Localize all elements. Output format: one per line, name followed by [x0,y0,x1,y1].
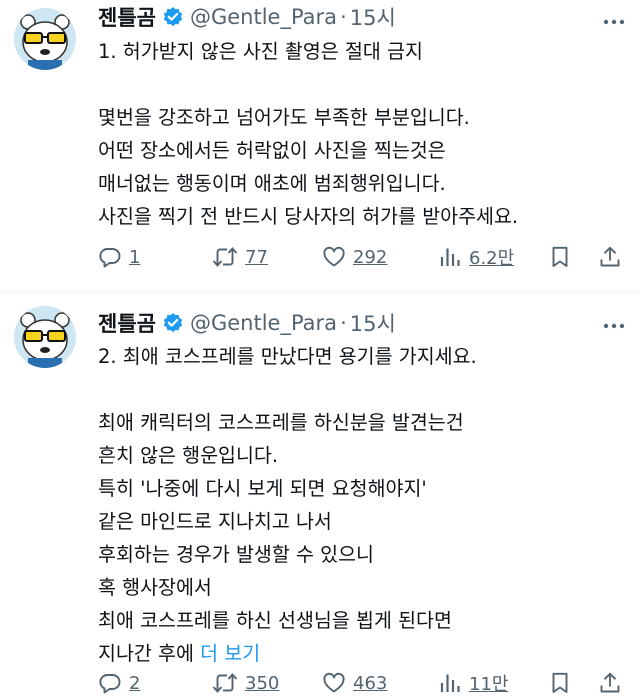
tweet-actions: 2 350 463 11만 [98,668,626,698]
views-button[interactable]: 6.2만 [438,242,514,272]
user-handle[interactable]: @Gentle_Para [190,311,337,335]
bookmark-button[interactable] [548,668,572,698]
tweet-line: 1. 허가받지 않은 사진 촬영은 절대 금지 [98,40,423,63]
views-icon [440,674,460,692]
timestamp[interactable]: 15시 [350,2,396,32]
tweet-line: 사진을 찍기 전 반드시 당사자의 허가를 받아주세요. [98,205,519,228]
retweet-button[interactable]: 77 [212,242,268,272]
tweet-1[interactable]: 젠틀곰 @Gentle_Para · 15시 1. 허가받지 않은 사진 촬영은… [0,0,640,292]
tweet-line: 매너없는 행동이며 애초에 범죄행위입니다. [98,172,446,195]
retweet-icon [212,247,238,267]
like-count: 463 [353,672,388,694]
bookmark-button[interactable] [548,242,572,272]
like-icon [323,672,345,693]
tweet-line: 특히 '나중에 다시 보게 되면 요청해야지' [98,477,427,500]
reply-icon [99,674,121,694]
tweet-header: 젠틀곰 @Gentle_Para · 15시 [98,2,396,32]
like-button[interactable]: 292 [322,242,387,272]
tweet-line: 최애 캐릭터의 코스프레를 하신분을 발견는건 [98,411,464,434]
retweet-button[interactable]: 350 [212,668,279,698]
tweet-text: 2. 최애 코스프레를 만났다면 용기를 가지세요. 최애 캐릭터의 코스프레를… [98,340,628,670]
tweet-header: 젠틀곰 @Gentle_Para · 15시 [98,308,396,338]
share-icon [600,672,620,693]
reply-count: 2 [129,672,141,694]
tweet-line: 같은 마인드로 지나치고 나서 [98,510,332,533]
like-icon [323,246,345,267]
bookmark-icon [552,672,568,693]
tweet-line-text: 지나간 후에 [98,642,194,665]
user-handle[interactable]: @Gentle_Para [190,5,337,29]
avatar[interactable] [14,306,76,368]
tweet-line: 몇번을 강조하고 넘어가도 부족한 부분입니다. [98,106,470,129]
bear-avatar-icon [14,8,76,70]
like-count: 292 [353,246,388,268]
tweet-line: 2. 최애 코스프레를 만났다면 용기를 가지세요. [98,345,477,368]
views-icon [440,248,460,266]
reply-icon [99,248,121,268]
more-options-button[interactable] [602,314,626,338]
separator-dot: · [340,311,347,335]
tweet-line-last: 지나간 후에 더 보기 [98,637,628,670]
verified-badge-icon [163,7,183,27]
like-button[interactable]: 463 [322,668,387,698]
bookmark-icon [552,246,568,267]
share-button[interactable] [598,242,622,272]
display-name[interactable]: 젠틀곰 [98,2,156,32]
reply-button[interactable]: 1 [98,242,140,272]
tweet-line: 혹 행사장에서 [98,576,212,599]
views-count: 6.2만 [469,248,515,269]
tweet-line: 흔치 않은 행운입니다. [98,444,279,467]
more-options-icon [603,19,625,25]
timestamp[interactable]: 15시 [350,308,396,338]
share-button[interactable] [598,668,622,698]
reply-count: 1 [129,246,141,268]
retweet-count: 77 [245,246,268,268]
more-options-button[interactable] [602,10,626,34]
views-count: 11만 [469,674,509,695]
reply-button[interactable]: 2 [98,668,140,698]
tweet-line: 어떤 장소에서든 허락없이 사진을 찍는것은 [98,139,446,162]
separator-dot: · [340,5,347,29]
avatar[interactable] [14,8,76,70]
tweet-line: 후회하는 경우가 발생할 수 있으니 [98,543,374,566]
views-button[interactable]: 11만 [438,668,508,698]
tweet-text: 1. 허가받지 않은 사진 촬영은 절대 금지 몇번을 강조하고 넘어가도 부족… [98,35,628,233]
retweet-count: 350 [245,672,280,694]
display-name[interactable]: 젠틀곰 [98,308,156,338]
verified-badge-icon [163,313,183,333]
share-icon [600,246,620,267]
retweet-icon [212,673,238,693]
more-options-icon [603,323,625,329]
bear-avatar-icon [14,306,76,368]
show-more-link[interactable]: 더 보기 [200,642,260,665]
tweet-2[interactable]: 젠틀곰 @Gentle_Para · 15시 2. 최애 코스프레를 만났다면 … [0,292,640,700]
tweet-actions: 1 77 292 6.2만 [98,242,626,272]
tweet-line: 최애 코스프레를 하신 선생님을 뵙게 된다면 [98,609,452,632]
